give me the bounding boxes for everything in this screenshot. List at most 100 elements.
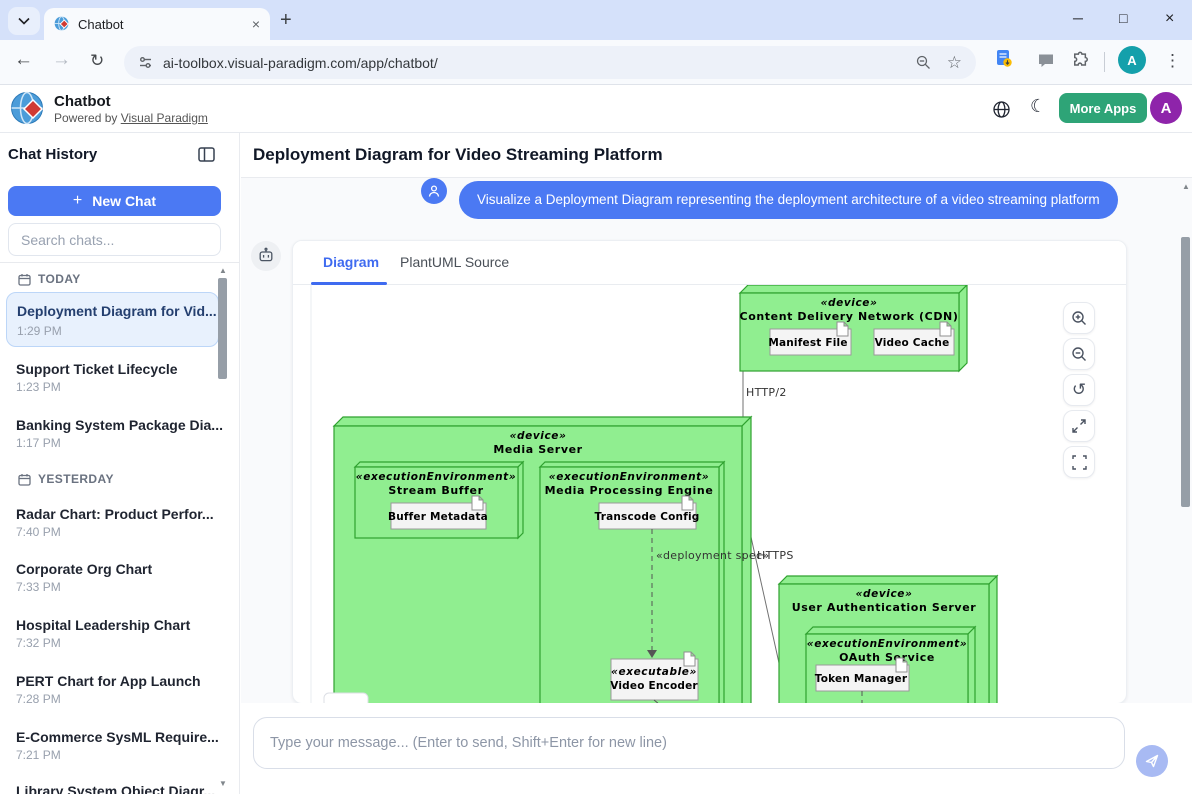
zoom-out-page-icon[interactable] (916, 55, 931, 70)
tab-close-icon[interactable]: × (252, 16, 260, 32)
user-avatar[interactable]: A (1150, 92, 1182, 124)
extensions-puzzle-icon[interactable] (1072, 51, 1090, 69)
app-title: Chatbot (54, 93, 111, 110)
language-globe-icon[interactable] (992, 100, 1011, 119)
svg-text:Manifest File: Manifest File (768, 337, 847, 349)
chat-item[interactable]: PERT Chart for App Launch 7:28 PM (16, 673, 201, 706)
tab-diagram[interactable]: Diagram (323, 254, 379, 270)
artifact-video-encoder: «executable» Video Encoder (610, 652, 698, 700)
chat-item[interactable]: Corporate Org Chart 7:33 PM (16, 561, 152, 594)
tab-plantuml-source[interactable]: PlantUML Source (400, 254, 509, 270)
svg-text:User Authentication Server: User Authentication Server (792, 601, 977, 614)
svg-text:Media Server: Media Server (493, 443, 582, 456)
chat-item[interactable]: Hospital Leadership Chart 7:32 PM (16, 617, 190, 650)
chat-item[interactable]: Radar Chart: Product Perfor... 7:40 PM (16, 506, 214, 539)
reset-view-icon: ↺ (1072, 380, 1086, 400)
search-chats-input[interactable] (8, 223, 221, 256)
address-bar[interactable]: ai-toolbox.visual-paradigm.com/app/chatb… (124, 46, 976, 79)
expand-button[interactable] (1063, 410, 1095, 442)
window-close-button[interactable]: × (1165, 10, 1174, 28)
user-message-bubble: Visualize a Deployment Diagram represent… (459, 181, 1118, 219)
fullscreen-icon (1072, 455, 1087, 470)
expand-icon (1071, 418, 1087, 434)
svg-text:«executionEnvironment»: «executionEnvironment» (549, 471, 709, 483)
oauth-service-node: «executionEnvironment» OAuth Service Tok… (806, 627, 975, 704)
main-panel: Deployment Diagram for Video Streaming P… (241, 133, 1192, 794)
svg-text:«executionEnvironment»: «executionEnvironment» (807, 638, 967, 650)
url-text[interactable]: ai-toolbox.visual-paradigm.com/app/chatb… (163, 55, 916, 71)
zoom-out-button[interactable] (1063, 338, 1095, 370)
extension-doc-icon[interactable] (996, 49, 1012, 68)
window-maximize-button[interactable]: □ (1119, 10, 1127, 26)
user-message-avatar (421, 178, 447, 204)
stream-buffer-node: «executionEnvironment» Stream Buffer Buf… (355, 462, 523, 538)
page-title: Deployment Diagram for Video Streaming P… (253, 145, 663, 165)
file-icon (682, 496, 693, 510)
chat-list: TODAY Deployment Diagram for Vid... 1:29… (0, 263, 240, 794)
svg-text:OAuth Service: OAuth Service (839, 651, 935, 664)
zoom-in-icon (1071, 310, 1088, 327)
reset-view-button[interactable]: ↺ (1063, 374, 1095, 406)
artifact-buffer-metadata: Buffer Metadata (388, 511, 488, 523)
chat-item[interactable]: E-Commerce SysML Require... 7:21 PM (16, 729, 219, 762)
feedback-bubble-icon[interactable] (1038, 53, 1054, 68)
svg-text:Video Cache: Video Cache (875, 337, 950, 349)
browser-tabstrip: Chatbot × + ─ □ × (0, 0, 1192, 40)
chat-item-selected[interactable]: Deployment Diagram for Vid... 1:29 PM (6, 292, 219, 347)
new-chat-button[interactable]: + New Chat (8, 186, 221, 216)
diagram-canvas[interactable]: HTTP/2 HTTPS «device» Content Delivery N… (293, 285, 1127, 704)
visual-paradigm-favicon (54, 16, 70, 32)
diagram-tabbar: Diagram PlantUML Source (293, 241, 1126, 285)
sidebar-scrollbar-thumb[interactable] (218, 278, 227, 379)
plus-icon: + (73, 192, 82, 210)
site-settings-icon[interactable] (138, 55, 153, 70)
chat-item[interactable]: Support Ticket Lifecycle 1:23 PM (16, 361, 178, 394)
svg-text:Media Processing Engine: Media Processing Engine (545, 484, 714, 497)
chat-item[interactable]: Banking System Package Dia... 1:17 PM (16, 417, 223, 450)
visual-paradigm-link[interactable]: Visual Paradigm (121, 111, 208, 125)
svg-text:«device»: «device» (856, 588, 913, 600)
cdn-node: «device» Content Delivery Network (CDN) … (740, 285, 967, 371)
app-header: Chatbot Powered by Visual Paradigm ☾ Mor… (0, 85, 1192, 133)
fullscreen-button[interactable] (1063, 446, 1095, 478)
zoom-in-button[interactable] (1063, 302, 1095, 334)
link-label-deployment-spec: «deployment spec» (656, 549, 769, 562)
chat-item[interactable]: Library System Object Diagr... (16, 783, 215, 794)
toolbar-divider (1104, 52, 1105, 72)
browser-tab[interactable]: Chatbot × (44, 8, 270, 40)
visual-paradigm-logo (10, 91, 46, 127)
main-scrollbar-thumb[interactable] (1181, 237, 1190, 507)
conversation-title-bar: Deployment Diagram for Video Streaming P… (241, 133, 1192, 178)
file-icon (940, 322, 951, 336)
collapse-sidebar-icon[interactable] (198, 147, 215, 162)
chat-history-heading: Chat History (8, 146, 97, 163)
svg-text:«executable»: «executable» (611, 666, 697, 678)
window-minimize-button[interactable]: ─ (1073, 10, 1083, 26)
auth-server-node: «device» User Authentication Server «exe… (779, 576, 997, 704)
calendar-icon (18, 473, 31, 486)
sidebar-scroll-down-icon[interactable]: ▼ (219, 779, 227, 788)
svg-text:«executionEnvironment»: «executionEnvironment» (356, 471, 516, 483)
send-button[interactable] (1136, 745, 1168, 777)
forward-button: → (52, 49, 71, 71)
new-tab-button[interactable]: + (280, 9, 292, 32)
section-header-today: TODAY (18, 272, 81, 286)
more-apps-button[interactable]: More Apps (1059, 93, 1147, 123)
reload-button[interactable]: ↻ (90, 51, 104, 71)
send-plane-icon (1144, 753, 1160, 769)
person-icon (427, 184, 441, 198)
back-button[interactable]: ← (14, 49, 33, 71)
robot-icon (257, 247, 275, 265)
browser-profile-avatar[interactable]: A (1118, 46, 1146, 74)
main-scroll-up-icon[interactable]: ▲ (1182, 182, 1190, 191)
chevron-down-icon (18, 17, 30, 25)
message-input[interactable] (253, 717, 1125, 769)
link-label-http2: HTTP/2 (746, 386, 787, 399)
tab-search-button[interactable] (8, 7, 40, 35)
bookmark-star-icon[interactable]: ☆ (947, 53, 962, 73)
section-header-yesterday: YESTERDAY (18, 472, 114, 486)
tab-title: Chatbot (78, 17, 252, 32)
browser-menu-icon[interactable]: ⋮ (1164, 51, 1181, 71)
sidebar-scroll-up-icon[interactable]: ▲ (219, 266, 227, 275)
dark-mode-moon-icon[interactable]: ☾ (1030, 96, 1046, 117)
